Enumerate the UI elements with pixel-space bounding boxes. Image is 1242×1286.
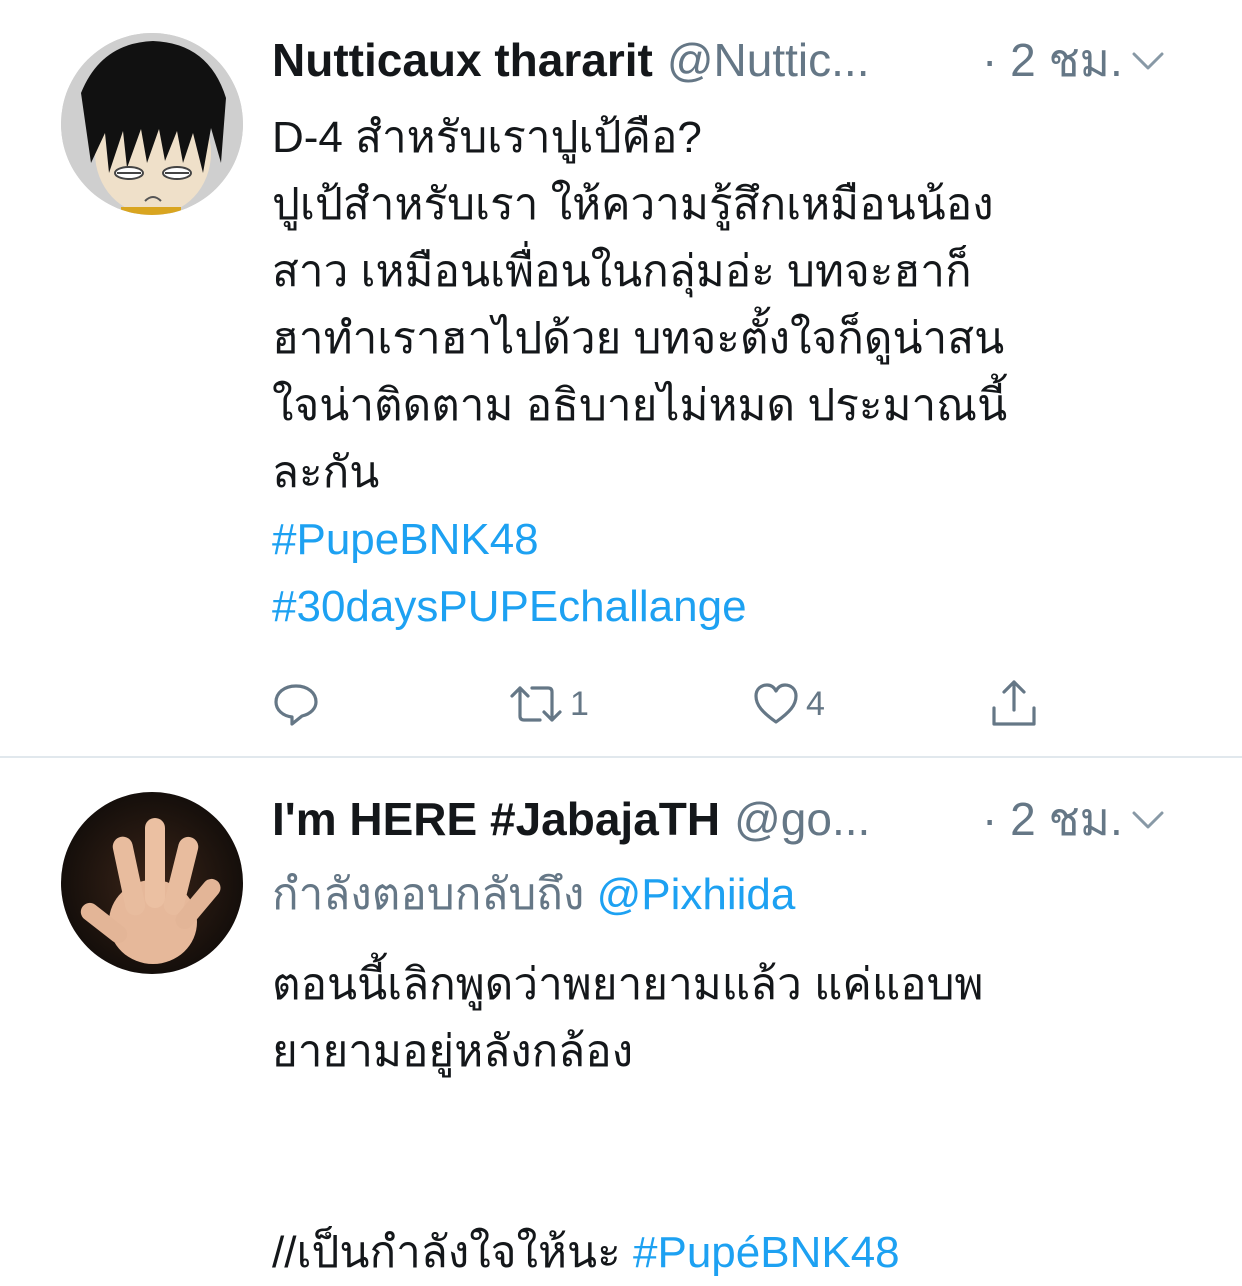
author-handle[interactable]: @Nuttic... bbox=[667, 34, 870, 86]
retweet-button[interactable]: 1 bbox=[508, 676, 589, 732]
text-line: D-4 สำหรับเราปูเป้คือ? bbox=[272, 113, 702, 162]
avatar[interactable] bbox=[61, 792, 243, 974]
hand-photo-icon bbox=[61, 792, 243, 974]
chevron-down-icon[interactable] bbox=[1128, 40, 1168, 80]
text-fragment: //เป็นกำลังใจให้นะ bbox=[272, 1228, 621, 1277]
replying-label: กำลังตอบกลับถึง bbox=[272, 870, 585, 919]
tweet-divider bbox=[0, 756, 1242, 758]
share-button[interactable] bbox=[988, 676, 1040, 732]
like-button[interactable]: 4 bbox=[752, 676, 825, 732]
chevron-down-icon[interactable] bbox=[1128, 799, 1168, 839]
author-handle[interactable]: @go... bbox=[734, 793, 870, 845]
tweet-header: I'm HERE #JabajaTH @go... · 2 ชม. bbox=[272, 789, 1222, 849]
text-line: ยายามอยู่หลังกล้อง bbox=[272, 1027, 634, 1076]
hashtag-link[interactable]: #PupeBNK48 bbox=[272, 506, 1172, 573]
tweet-actions: 1 4 bbox=[272, 676, 1072, 732]
tweet[interactable]: I'm HERE #JabajaTH @go... · 2 ชม. กำลังตอ… bbox=[0, 759, 1242, 1277]
text-line: ฮาทำเราฮาไปด้วย บทจะตั้งใจก็ดูน่าสน bbox=[272, 314, 1005, 363]
replying-to: กำลังตอบกลับถึง @Pixhiida bbox=[272, 865, 795, 925]
avatar[interactable] bbox=[61, 33, 243, 215]
tweet-header: Nutticaux thararit @Nuttic... · 2 ชม. bbox=[272, 30, 1222, 90]
hashtag-link[interactable]: #30daysPUPEchallange bbox=[272, 573, 1172, 640]
author-name[interactable]: Nutticaux thararit bbox=[272, 34, 653, 86]
timestamp[interactable]: · 2 ชม. bbox=[982, 789, 1123, 849]
timestamp[interactable]: · 2 ชม. bbox=[982, 30, 1123, 90]
tweet[interactable]: Nutticaux thararit @Nuttic... · 2 ชม. D-4… bbox=[0, 0, 1242, 757]
tweet-text: D-4 สำหรับเราปูเป้คือ? ปูเป้สำหรับเรา ให… bbox=[272, 104, 1172, 640]
reply-icon bbox=[274, 684, 318, 726]
retweet-icon bbox=[510, 686, 562, 722]
retweet-count: 1 bbox=[570, 684, 589, 723]
text-line: //เป็นกำลังใจให้นะ #PupéBNK48 bbox=[272, 1219, 1172, 1286]
text-line: สาว เหมือนเพื่อนในกลุ่มอ่ะ บทจะฮาก็ bbox=[272, 247, 972, 296]
heart-icon bbox=[754, 683, 798, 724]
mention-link[interactable]: @Pixhiida bbox=[597, 870, 796, 919]
reply-button[interactable] bbox=[272, 676, 320, 732]
text-line: ใจน่าติดตาม อธิบายไม่หมด ประมาณนี้ bbox=[272, 381, 1008, 430]
text-line: ละกัน bbox=[272, 448, 380, 497]
tweet-text: ตอนนี้เลิกพูดว่าพยายามแล้ว แค่แอบพ ยายาม… bbox=[272, 951, 1172, 1286]
hashtag-link[interactable]: #PupéBNK48 bbox=[633, 1228, 900, 1277]
like-count: 4 bbox=[806, 684, 825, 723]
text-line: ตอนนี้เลิกพูดว่าพยายามแล้ว แค่แอบพ bbox=[272, 960, 984, 1009]
text-line: ปูเป้สำหรับเรา ให้ความรู้สึกเหมือนน้อง bbox=[272, 180, 994, 229]
share-icon bbox=[992, 680, 1036, 726]
anime-avatar-icon bbox=[61, 33, 243, 215]
author-name[interactable]: I'm HERE #JabajaTH bbox=[272, 793, 720, 845]
